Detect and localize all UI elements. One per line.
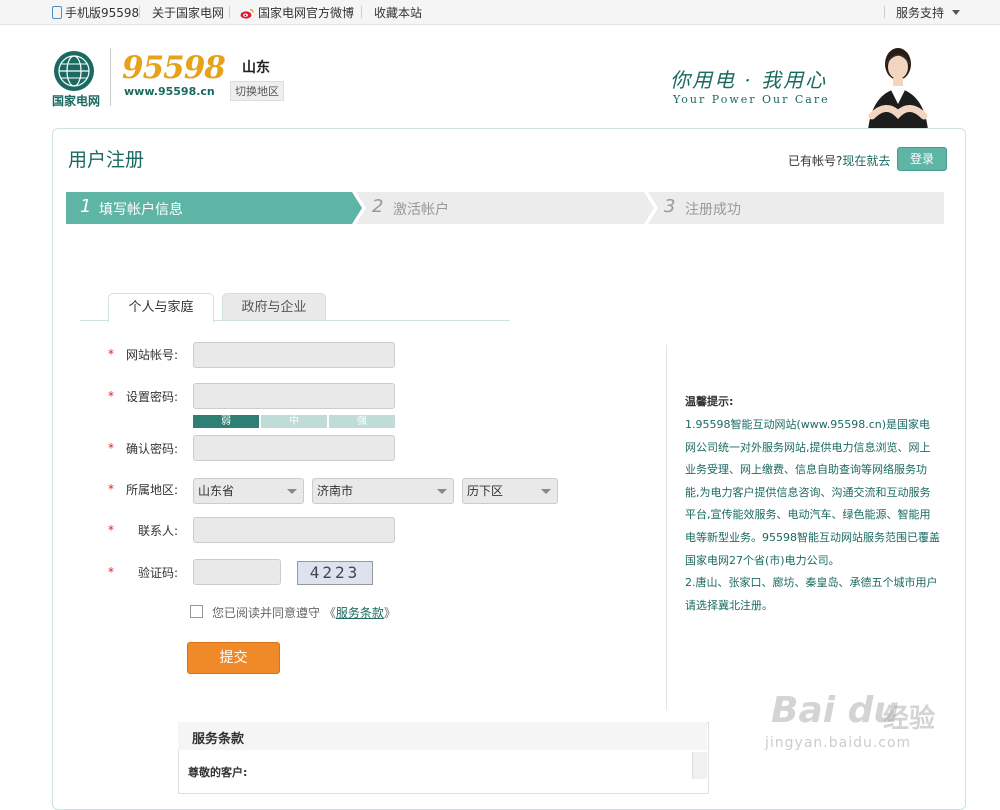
- slogan-english: Your Power Our Care: [673, 93, 830, 106]
- agree-checkbox[interactable]: [190, 605, 203, 618]
- account-input[interactable]: [193, 342, 395, 368]
- column-divider: [666, 345, 667, 710]
- weibo-link[interactable]: 国家电网官方微博: [240, 4, 354, 21]
- confirm-password-label: 确认密码:: [125, 442, 178, 456]
- captcha-label: 验证码:: [137, 566, 178, 580]
- watermark-brand: Bai du: [771, 690, 900, 731]
- tips-title: 温馨提示:: [685, 395, 734, 408]
- watermark-url: jingyan.baidu.com: [765, 735, 912, 751]
- weibo-icon: [240, 8, 254, 19]
- divider: [884, 6, 885, 18]
- captcha-input[interactable]: [193, 559, 281, 585]
- login-now-link[interactable]: 现在就去: [842, 154, 890, 168]
- city-select[interactable]: 济南市: [312, 478, 454, 504]
- tip-2: 2.唐山、张家口、廊坊、秦皇岛、承德五个城市用户请选择冀北注册。: [685, 576, 938, 612]
- tips-body: 1.95598智能互动网站(www.95598.cn)是国家电网公司统一对外服务…: [685, 414, 940, 617]
- password-input[interactable]: [193, 383, 395, 409]
- watermark-cn: 经验: [883, 704, 936, 734]
- switch-region-button[interactable]: 切换地区: [230, 81, 284, 101]
- step-3-number: 3: [664, 196, 676, 217]
- favorite-link[interactable]: 收藏本站: [374, 4, 422, 21]
- contact-label: 联系人:: [137, 524, 178, 538]
- terms-greeting: 尊敬的客户:: [188, 766, 248, 779]
- submit-button[interactable]: 提交: [187, 642, 280, 674]
- logo-text: 国家电网: [52, 94, 101, 108]
- strength-medium: 中: [261, 415, 327, 428]
- step-2-label: 激活帐户: [393, 202, 449, 218]
- step-1-number: 1: [80, 196, 92, 217]
- terms-title: 服务条款: [192, 732, 245, 747]
- strength-weak: 弱: [193, 415, 259, 428]
- tip-1: 1.95598智能互动网站(www.95598.cn)是国家电网公司统一对外服务…: [685, 418, 940, 567]
- contact-input[interactable]: [193, 517, 395, 543]
- registration-steps: [66, 192, 944, 224]
- terms-link[interactable]: 服务条款: [336, 606, 384, 620]
- agree-text: 您已阅读并同意遵守 《服务条款》: [212, 606, 396, 620]
- tab-personal[interactable]: 个人与家庭: [108, 293, 214, 322]
- terms-scrollbar[interactable]: [692, 752, 707, 779]
- divider: [229, 6, 230, 18]
- service-agent-image: [868, 48, 928, 130]
- terms-header: 服务条款: [178, 722, 707, 750]
- account-label: 网站帐号:: [125, 348, 178, 362]
- password-strength-meter: 弱 中 强: [193, 415, 395, 428]
- state-grid-logo-icon[interactable]: [53, 50, 95, 92]
- strength-strong: 强: [329, 415, 395, 428]
- baidu-watermark: Bai du 经验 jingyan.baidu.com: [765, 690, 945, 760]
- has-account-text: 已有帐号?现在就去: [788, 154, 891, 168]
- login-button[interactable]: 登录: [897, 147, 947, 171]
- divider: [361, 6, 362, 18]
- about-link[interactable]: 关于国家电网: [152, 4, 224, 21]
- dropdown-arrow-icon: [437, 489, 447, 494]
- region-label: 所属地区:: [125, 483, 178, 497]
- captcha-image[interactable]: 4223: [297, 561, 373, 585]
- divider: [139, 6, 140, 18]
- page-title: 用户注册: [68, 149, 145, 171]
- password-label: 设置密码:: [125, 390, 178, 404]
- dropdown-arrow-icon: [287, 489, 297, 494]
- district-select[interactable]: 历下区: [462, 478, 558, 504]
- slogan: 你用电 · 我用心: [670, 68, 828, 92]
- tab-business[interactable]: 政府与企业: [222, 293, 326, 320]
- mobile-phone-icon: [52, 6, 62, 19]
- step-2-number: 2: [372, 196, 384, 217]
- confirm-password-input[interactable]: [193, 435, 395, 461]
- top-bar: 手机版95598 关于国家电网 国家电网官方微博 收藏本站 服务支持: [0, 0, 1000, 25]
- header-divider: [110, 48, 111, 106]
- mobile-link[interactable]: 手机版95598: [52, 4, 139, 21]
- dropdown-arrow-icon: [541, 489, 551, 494]
- step-3-label: 注册成功: [685, 202, 741, 218]
- province-select[interactable]: 山东省: [193, 478, 304, 504]
- service-menu[interactable]: 服务支持: [896, 4, 961, 21]
- brand-url: www.95598.cn: [124, 85, 215, 98]
- step-1-label: 填写帐户信息: [99, 202, 183, 218]
- chevron-down-icon: [952, 10, 961, 15]
- current-region: 山东: [242, 60, 270, 76]
- brand-number[interactable]: 95598: [122, 50, 226, 86]
